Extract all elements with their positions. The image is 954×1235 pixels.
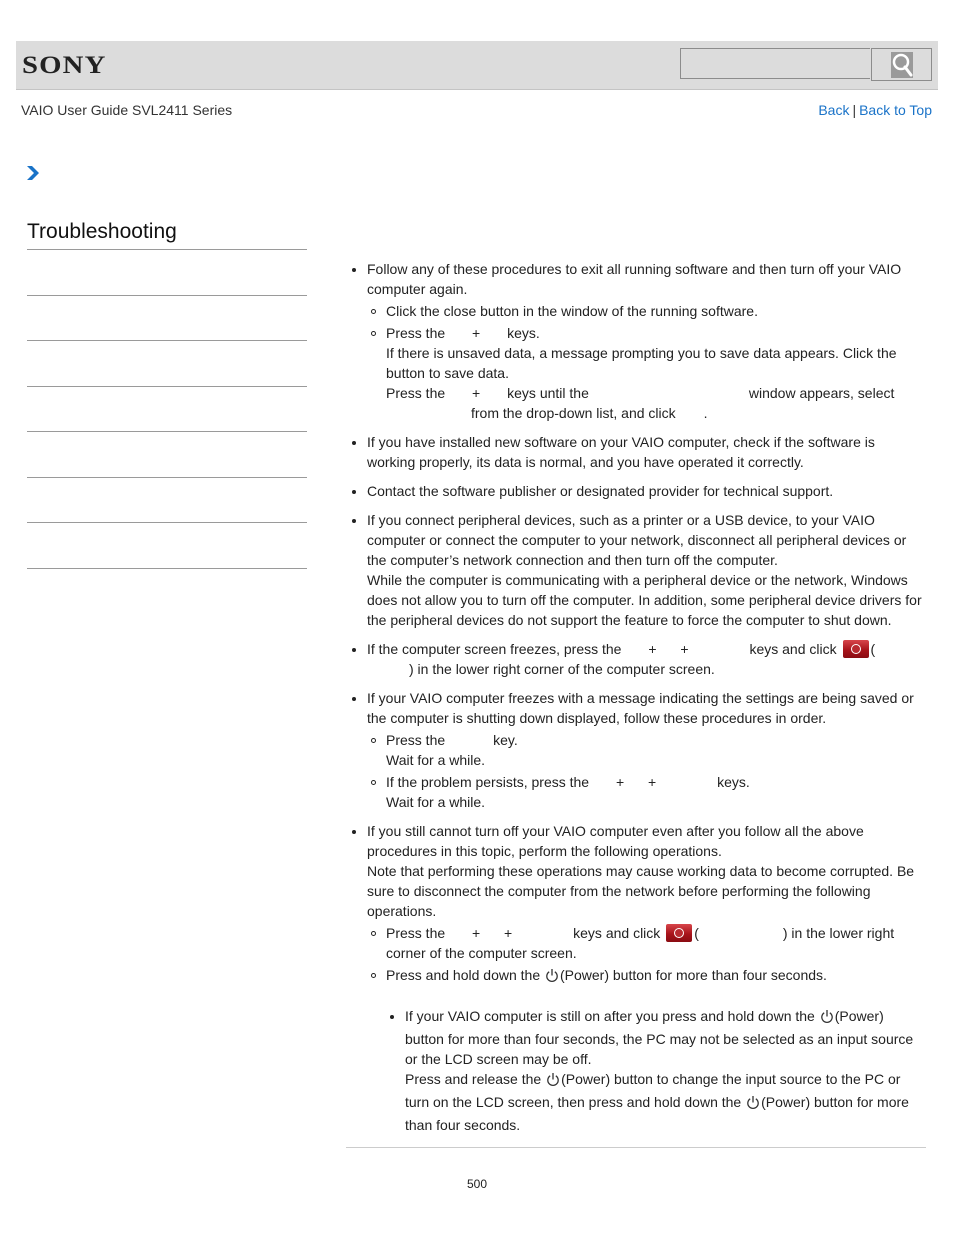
search-input[interactable] [680, 48, 870, 79]
list-item: Follow any of these procedures to exit a… [346, 259, 926, 423]
list-item: If your VAIO computer freezes with a mes… [346, 688, 926, 812]
magnifier-icon [890, 51, 913, 78]
item-text: key. [493, 732, 518, 748]
sidebar-list [27, 250, 307, 569]
shutdown-icon [842, 640, 869, 658]
item-text: from the drop-down list, and click [471, 405, 676, 421]
item-text: If you still cannot turn off your VAIO c… [367, 823, 864, 859]
plus-sign: + [616, 774, 625, 790]
item-text: Press the [386, 385, 446, 401]
item-text: ) in the lower right corner of the compu… [409, 661, 715, 677]
item-text: keys until the [507, 385, 589, 401]
search-button[interactable] [871, 48, 932, 81]
sub-list-item: Click the close button in the window of … [367, 301, 926, 321]
power-icon [546, 1072, 560, 1092]
list-item: If you still cannot turn off your VAIO c… [346, 821, 926, 1135]
list-item: If you connect peripheral devices, such … [346, 510, 926, 630]
item-text: If your VAIO computer is still on after … [405, 1008, 815, 1024]
main-content: Follow any of these procedures to exit a… [346, 259, 926, 1144]
sub-list: Press the + + keys and click () in the lowe… [367, 923, 926, 1135]
item-text: If the problem persists, press the [386, 774, 590, 790]
guide-title: VAIO User Guide SVL2411 Series [21, 102, 233, 118]
sub-list-item: If the problem persists, press the + + keys… [367, 772, 926, 812]
plus-sign: + [472, 385, 481, 401]
footer-divider [346, 1147, 926, 1148]
sidebar-item[interactable] [27, 387, 307, 432]
shutdown-icon [666, 924, 693, 942]
list-item: If you have installed new software on yo… [346, 432, 926, 472]
sub-list-item: Press the + + keys and click () in the lowe… [367, 923, 926, 963]
plus-sign: + [472, 925, 481, 941]
note-item: If your VAIO computer is still on after … [386, 1006, 926, 1135]
sidebar-title[interactable]: Troubleshooting [27, 220, 307, 250]
item-text: . [703, 405, 708, 421]
plus-sign: + [648, 774, 657, 790]
sub-list: Click the close button in the window of … [367, 301, 926, 423]
item-text: If your VAIO computer freezes with a mes… [367, 690, 914, 726]
item-text: Wait for a while. [386, 752, 486, 768]
power-icon [820, 1009, 834, 1029]
link-separator: | [852, 102, 857, 118]
sidebar: Troubleshooting [27, 220, 307, 569]
item-text: keys. [507, 325, 540, 341]
item-text: Follow any of these procedures to exit a… [367, 261, 902, 297]
item-text: keys and click [749, 641, 837, 657]
sidebar-item[interactable] [27, 250, 307, 296]
power-icon [545, 968, 559, 988]
sidebar-item[interactable] [27, 341, 307, 387]
list-item: Contact the software publisher or design… [346, 481, 926, 501]
list-item: If the computer screen freezes, press th… [346, 639, 926, 679]
sub-list: Press the key. Wait for a while. If the p… [367, 730, 926, 812]
plus-sign: + [680, 641, 689, 657]
sidebar-item[interactable] [27, 523, 307, 569]
item-text: Wait for a while. [386, 794, 486, 810]
item-text: Note that performing these operations ma… [367, 863, 915, 919]
sub-list-item: Press the key. Wait for a while. [367, 730, 926, 770]
plus-sign: + [504, 925, 513, 941]
item-text: If the computer screen freezes, press th… [367, 641, 622, 657]
plus-sign: + [648, 641, 657, 657]
item-text: If you have installed new software on yo… [367, 434, 875, 470]
power-icon [746, 1095, 760, 1115]
sidebar-item[interactable] [27, 296, 307, 341]
sidebar-item[interactable] [27, 478, 307, 523]
item-text: keys. [717, 774, 750, 790]
header-bar: SONY [16, 41, 938, 90]
item-text: While the computer is communicating with… [367, 572, 922, 628]
item-text: Press the [386, 732, 446, 748]
sony-logo[interactable]: SONY [22, 52, 106, 80]
item-text: window appears, select [748, 385, 895, 401]
sub-list-item: Press and hold down the (Power) button f… [367, 965, 926, 1135]
item-text: Press and release the [405, 1071, 542, 1087]
item-text: keys and click [573, 925, 661, 941]
back-to-top-link[interactable]: Back to Top [859, 102, 932, 118]
item-text: Click the close button in the window of … [386, 303, 758, 319]
sidebar-item[interactable] [27, 432, 307, 478]
item-text: button to save data. [386, 365, 509, 381]
top-links: Back | Back to Top [818, 102, 932, 118]
bullet-list: Follow any of these procedures to exit a… [346, 259, 926, 1135]
item-text: (Power) button for more than four second… [560, 967, 827, 983]
item-text: ( [870, 641, 876, 657]
back-link[interactable]: Back [818, 102, 849, 118]
item-text: If there is unsaved data, a message prom… [386, 345, 897, 361]
item-text: Press and hold down the [386, 967, 541, 983]
page-number: 500 [467, 1177, 488, 1191]
item-text: Contact the software publisher or design… [367, 483, 834, 499]
item-text: ( [694, 925, 699, 941]
chevron-right-icon[interactable] [26, 165, 40, 186]
item-text: Press the [386, 925, 446, 941]
plus-sign: + [472, 325, 481, 341]
note-list: If your VAIO computer is still on after … [386, 1006, 926, 1135]
item-text: Press the [386, 325, 446, 341]
item-text: If you connect peripheral devices, such … [367, 512, 907, 568]
sub-list-item: Press the + keys. If there is unsaved data… [367, 323, 926, 423]
